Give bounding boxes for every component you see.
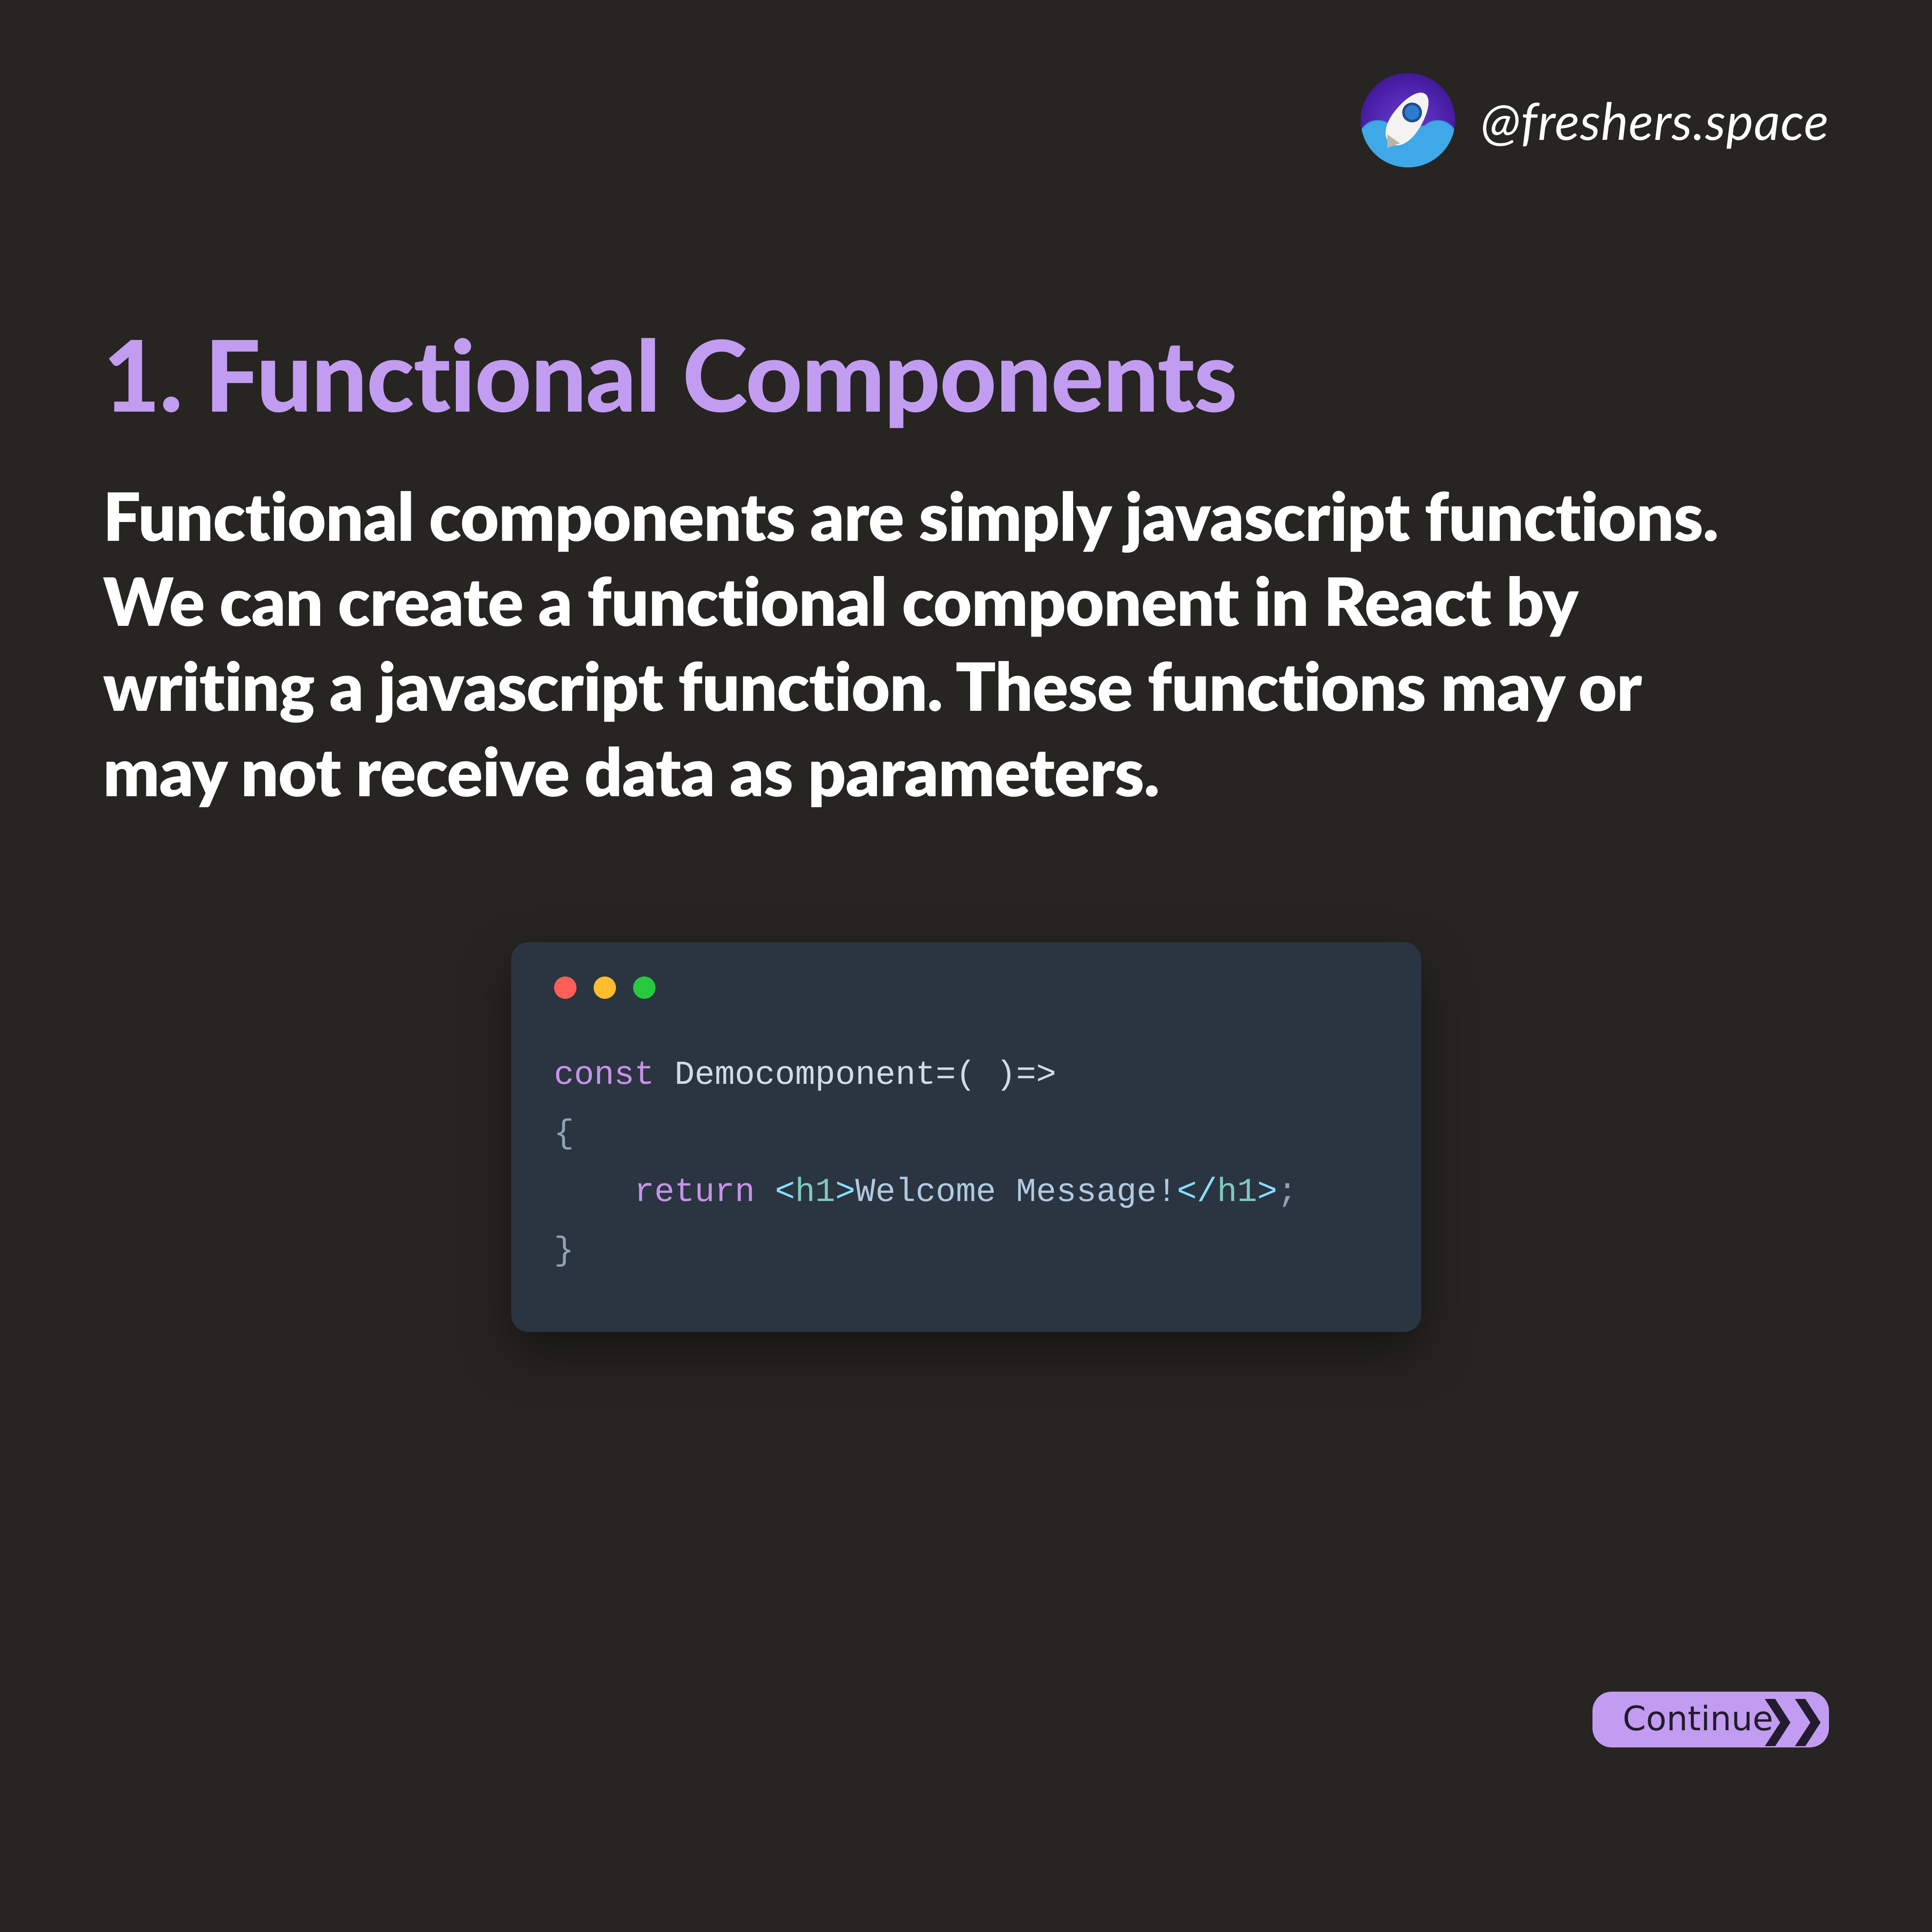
code-angle: <: [775, 1174, 795, 1211]
code-punctuation: }: [554, 1232, 574, 1270]
code-window: const Democomponent=( )=> { return <h1>W…: [511, 942, 1421, 1332]
page-title: 1. Functional Components: [103, 322, 1829, 426]
account-handle: @freshers.space: [1481, 89, 1829, 151]
maximize-icon: [633, 977, 655, 999]
code-angle: </: [1177, 1174, 1217, 1211]
description-line: Functional components are simply javascr…: [103, 476, 1718, 811]
code-keyword: const: [554, 1056, 655, 1094]
code-tagname: h1: [1217, 1174, 1257, 1211]
chevron-right-icon: ❯❯: [1758, 1690, 1818, 1747]
code-space: [755, 1174, 775, 1211]
code-text: Welcome Message!: [855, 1174, 1177, 1211]
window-traffic-lights: [554, 977, 1378, 999]
code-punctuation: {: [554, 1115, 574, 1153]
code-indent: [554, 1174, 634, 1211]
code-ident: Democomponent=( )=>: [655, 1056, 1056, 1094]
minimize-icon: [594, 977, 616, 999]
code-snippet: const Democomponent=( )=> { return <h1>W…: [554, 1046, 1378, 1280]
continue-button[interactable]: Continue ❯❯: [1592, 1692, 1829, 1747]
code-punctuation: ;: [1277, 1174, 1298, 1211]
slide-card: @freshers.space 1. Functional Components…: [0, 0, 1932, 1932]
close-icon: [554, 977, 576, 999]
code-angle: >: [835, 1174, 855, 1211]
code-keyword: return: [634, 1174, 755, 1211]
avatar: [1361, 73, 1455, 167]
code-angle: >: [1257, 1174, 1277, 1211]
account-header: @freshers.space: [1361, 73, 1829, 167]
description-text: Functional components are simply javascr…: [103, 473, 1777, 814]
code-tagname: h1: [795, 1174, 835, 1211]
continue-label: Continue: [1623, 1699, 1773, 1740]
